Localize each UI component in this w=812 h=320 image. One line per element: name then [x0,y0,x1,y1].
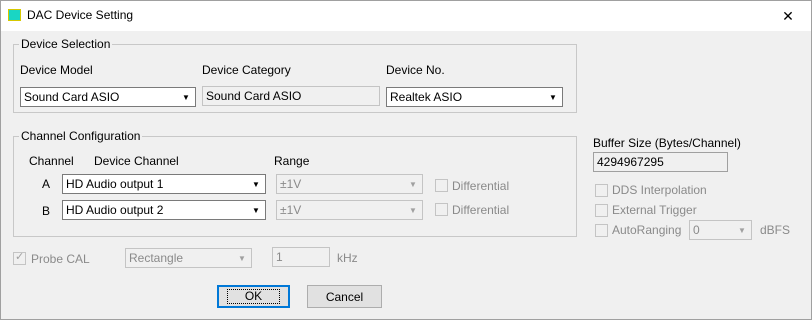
device-channel-b-select[interactable]: HD Audio output 2 ▼ [62,200,266,220]
device-channel-a-value: HD Audio output 1 [66,177,164,191]
cancel-button-label: Cancel [325,289,364,304]
channel-a-label: A [42,177,51,191]
external-trigger-label: External Trigger [612,203,697,217]
chevron-down-icon: ▼ [409,205,417,215]
autoranging-select[interactable]: 0 ▼ [689,220,752,240]
probe-cal-label: Probe CAL [31,252,90,266]
probe-cal-waveform-select[interactable]: Rectangle ▼ [125,248,252,268]
channel-configuration-legend: Channel Configuration [19,129,143,143]
dac-device-setting-dialog: DAC Device Setting ✕ Device Selection De… [0,0,812,320]
dds-interpolation-label: DDS Interpolation [612,183,707,197]
window-title: DAC Device Setting [27,8,134,22]
channel-b-label: B [42,204,51,218]
device-model-select[interactable]: Sound Card ASIO ▼ [20,87,196,107]
ok-button-label: OK [226,289,281,304]
chevron-down-icon: ▼ [252,179,260,189]
range-a-value: ±1V [280,177,302,191]
probe-cal-checkbox[interactable] [13,250,26,265]
chevron-down-icon: ▼ [252,205,260,215]
probe-cal-frequency-input[interactable]: 1 [272,247,330,267]
device-category-field: Sound Card ASIO [202,86,380,106]
device-channel-a-select[interactable]: HD Audio output 1 ▼ [62,174,266,194]
buffer-size-label: Buffer Size (Bytes/Channel) [593,136,741,150]
range-a-select[interactable]: ±1V ▼ [276,174,423,194]
dds-interpolation-checkbox[interactable] [595,184,608,197]
device-channel-b-value: HD Audio output 2 [66,203,164,217]
range-header: Range [274,154,310,168]
autoranging-unit: dBFS [760,223,791,237]
ok-button[interactable]: OK [217,285,290,308]
device-category-label: Device Category [202,63,291,77]
external-trigger-checkbox[interactable] [595,204,608,217]
device-channel-header: Device Channel [94,154,179,168]
buffer-size-input[interactable]: 4294967295 [593,152,728,172]
title-bar: DAC Device Setting ✕ [1,1,811,31]
chevron-down-icon: ▼ [738,225,746,235]
chevron-down-icon: ▼ [182,92,190,102]
probe-cal-waveform-value: Rectangle [129,251,184,265]
range-b-value: ±1V [280,203,302,217]
probe-cal-frequency-unit: kHz [337,251,358,265]
autoranging-label: AutoRanging [612,223,682,237]
autoranging-value: 0 [693,223,700,237]
device-model-label: Device Model [20,63,93,77]
differential-b-label: Differential [452,203,510,217]
device-selection-legend: Device Selection [19,37,113,51]
chevron-down-icon: ▼ [409,179,417,189]
device-model-value: Sound Card ASIO [24,90,120,104]
autoranging-checkbox[interactable] [595,224,608,237]
channel-header: Channel [29,154,74,168]
differential-a-checkbox[interactable] [435,179,448,192]
device-no-value: Realtek ASIO [390,90,463,104]
chevron-down-icon: ▼ [549,92,557,102]
chevron-down-icon: ▼ [238,253,246,263]
app-icon [8,9,21,21]
differential-b-checkbox[interactable] [435,203,448,216]
differential-a-label: Differential [452,179,510,193]
cancel-button[interactable]: Cancel [307,285,382,308]
range-b-select[interactable]: ±1V ▼ [276,200,423,220]
device-no-select[interactable]: Realtek ASIO ▼ [386,87,563,107]
device-no-label: Device No. [386,63,445,77]
close-icon[interactable]: ✕ [765,1,811,31]
